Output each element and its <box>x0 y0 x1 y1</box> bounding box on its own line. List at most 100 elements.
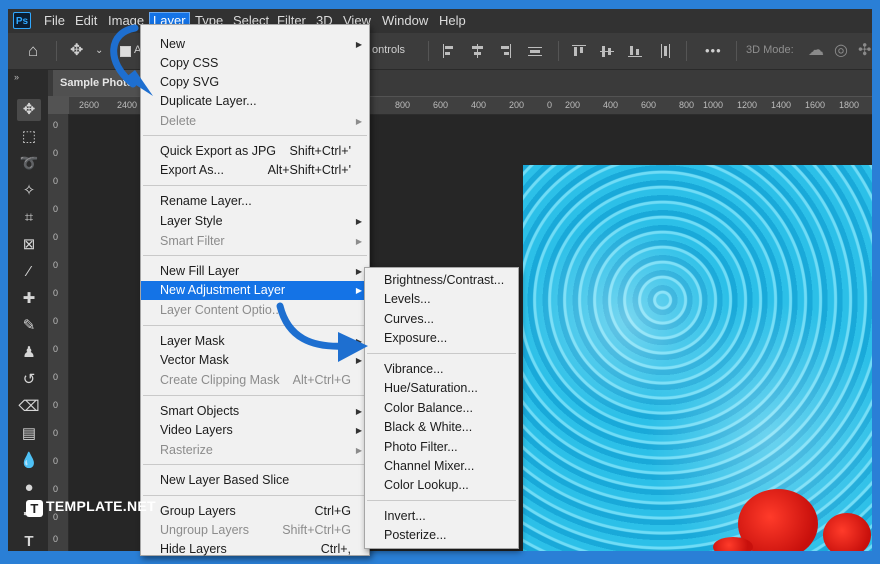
menu-item-brightness-contrast[interactable]: Brightness/Contrast... <box>365 271 518 290</box>
ruler-tick: 1000 <box>703 100 724 110</box>
template-logo-icon: T <box>26 500 43 517</box>
document-image[interactable] <box>523 165 872 551</box>
move-tool-icon[interactable]: ✥ <box>17 99 41 121</box>
shortcut-label: Alt+Ctrl+G <box>292 373 351 387</box>
menu-window[interactable]: Window <box>379 12 431 30</box>
adjustment-layer-submenu: Brightness/Contrast... Levels... Curves.… <box>364 267 519 549</box>
crop-tool-icon[interactable]: ⌗ <box>17 207 41 229</box>
ruler-tick: 0 <box>53 372 59 382</box>
3d-orbit-icon[interactable]: ☁ <box>808 41 824 61</box>
align-top-edges-icon[interactable] <box>572 44 586 58</box>
gradient-tool-icon[interactable]: ▤ <box>17 423 41 445</box>
3d-roll-icon[interactable]: ◎ <box>834 41 848 61</box>
distribute-icon[interactable] <box>528 44 542 58</box>
menu-item-new-layer-based-slice[interactable]: New Layer Based Slice <box>141 471 369 490</box>
align-right-edges-icon[interactable] <box>498 44 512 58</box>
history-brush-tool-icon[interactable]: ↺ <box>17 369 41 391</box>
healing-brush-tool-icon[interactable]: ✚ <box>17 288 41 310</box>
more-options-icon[interactable]: ••• <box>705 43 722 58</box>
align-vertical-centers-icon[interactable] <box>600 44 614 58</box>
ruler-tick: 200 <box>565 100 581 110</box>
menu-divider <box>143 255 367 256</box>
menu-item-photo-filter[interactable]: Photo Filter... <box>365 438 518 457</box>
menu-item-color-balance[interactable]: Color Balance... <box>365 399 518 418</box>
magic-wand-tool-icon[interactable]: ✧ <box>17 180 41 202</box>
eyedropper-tool-icon[interactable]: ⁄ <box>17 261 41 283</box>
menu-item-smart-objects[interactable]: Smart Objects ▶ <box>141 402 369 421</box>
marquee-tool-icon[interactable]: ⬚ <box>17 126 41 148</box>
red-flower <box>823 513 871 551</box>
align-horizontal-centers-icon[interactable] <box>470 44 484 58</box>
menu-item-group-layers[interactable]: Group Layers Ctrl+G <box>141 502 369 521</box>
shortcut-label: Shift+Ctrl+G <box>282 523 351 537</box>
collapse-panel-icon[interactable]: » <box>14 72 19 82</box>
menu-item-channel-mixer[interactable]: Channel Mixer... <box>365 457 518 476</box>
shortcut-label: Alt+Shift+Ctrl+' <box>267 163 351 177</box>
shortcut-label: Ctrl+, <box>320 542 351 556</box>
ruler-tick: 0 <box>53 232 59 242</box>
menu-item-video-layers[interactable]: Video Layers ▶ <box>141 421 369 440</box>
menu-item-vibrance[interactable]: Vibrance... <box>365 360 518 379</box>
ruler-tick: 0 <box>53 288 59 298</box>
menu-item-new-fill-layer[interactable]: New Fill Layer ▶ <box>141 262 369 281</box>
menu-item-hide-layers[interactable]: Hide Layers Ctrl+, <box>141 540 369 559</box>
ruler-tick: 600 <box>433 100 449 110</box>
menu-item-rasterize: Rasterize ▶ <box>141 441 369 460</box>
annotation-arrow-middle <box>276 302 368 362</box>
ruler-tick: 0 <box>53 260 59 270</box>
menu-item-levels[interactable]: Levels... <box>365 290 518 309</box>
menu-item-rename-layer[interactable]: Rename Layer... <box>141 192 369 211</box>
3d-pan-icon[interactable]: ✣ <box>858 41 871 61</box>
ruler-tick: 400 <box>603 100 619 110</box>
submenu-arrow-icon: ▶ <box>355 237 362 246</box>
menu-item-copy-css[interactable]: Copy CSS <box>141 54 369 73</box>
menu-item-copy-svg[interactable]: Copy SVG <box>141 73 369 92</box>
menu-file[interactable]: File <box>41 12 68 30</box>
menu-item-posterize[interactable]: Posterize... <box>365 526 518 545</box>
align-left-edges-icon[interactable] <box>442 44 456 58</box>
menu-item-curves[interactable]: Curves... <box>365 310 518 329</box>
ruler-tick: 0 <box>53 484 59 494</box>
menu-divider <box>143 464 367 465</box>
menu-item-export-as[interactable]: Export As... Alt+Shift+Ctrl+' <box>141 161 369 180</box>
ruler-tick: 0 <box>53 120 59 130</box>
brush-tool-icon[interactable]: ✎ <box>17 315 41 337</box>
eraser-tool-icon[interactable]: ⌫ <box>17 396 41 418</box>
menu-item-black-white[interactable]: Black & White... <box>365 418 518 437</box>
frame-tool-icon[interactable]: ⊠ <box>17 234 41 256</box>
red-flower <box>713 537 753 551</box>
menu-item-smart-filter: Smart Filter ▶ <box>141 232 369 251</box>
type-tool-icon[interactable]: T <box>17 531 41 551</box>
annotation-arrow-top <box>110 24 153 96</box>
menu-item-create-clipping-mask: Create Clipping Mask Alt+Ctrl+G <box>141 371 369 390</box>
menu-help[interactable]: Help <box>436 12 469 30</box>
menu-item-hue-saturation[interactable]: Hue/Saturation... <box>365 379 518 398</box>
submenu-arrow-icon: ▶ <box>355 40 362 49</box>
menu-item-color-lookup[interactable]: Color Lookup... <box>365 476 518 495</box>
ruler-tick: 800 <box>395 100 411 110</box>
ruler-tick: 1600 <box>805 100 826 110</box>
ruler-tick: 0 <box>53 428 59 438</box>
ruler-tick: 0 <box>53 344 59 354</box>
ruler-tick: 0 <box>53 316 59 326</box>
submenu-arrow-icon: ▶ <box>355 217 362 226</box>
blur-tool-icon[interactable]: 💧 <box>17 450 41 472</box>
ruler-tick: 1800 <box>839 100 860 110</box>
menu-item-new[interactable]: New ▶ <box>141 35 369 54</box>
menu-item-exposure[interactable]: Exposure... <box>365 329 518 348</box>
menu-item-invert[interactable]: Invert... <box>365 507 518 526</box>
align-bottom-edges-icon[interactable] <box>628 44 642 58</box>
layer-menu-dropdown: New ▶ Copy CSS Copy SVG Duplicate Layer..… <box>140 24 370 556</box>
photoshop-logo: Ps <box>13 12 31 29</box>
clone-stamp-tool-icon[interactable]: ♟ <box>17 342 41 364</box>
home-icon[interactable]: ⌂ <box>28 41 38 61</box>
distribute-vertical-icon[interactable] <box>658 44 672 58</box>
watermark-text: TEMPLATE.NET <box>46 498 156 514</box>
move-tool-icon[interactable]: ✥ <box>70 41 83 61</box>
dodge-tool-icon[interactable]: ● <box>17 477 41 499</box>
menu-item-quick-export-jpg[interactable]: Quick Export as JPG Shift+Ctrl+' <box>141 142 369 161</box>
menu-item-duplicate-layer[interactable]: Duplicate Layer... <box>141 92 369 111</box>
lasso-tool-icon[interactable]: ➰ <box>17 153 41 175</box>
menu-item-layer-style[interactable]: Layer Style ▶ <box>141 212 369 231</box>
submenu-arrow-icon: ▶ <box>355 117 362 126</box>
